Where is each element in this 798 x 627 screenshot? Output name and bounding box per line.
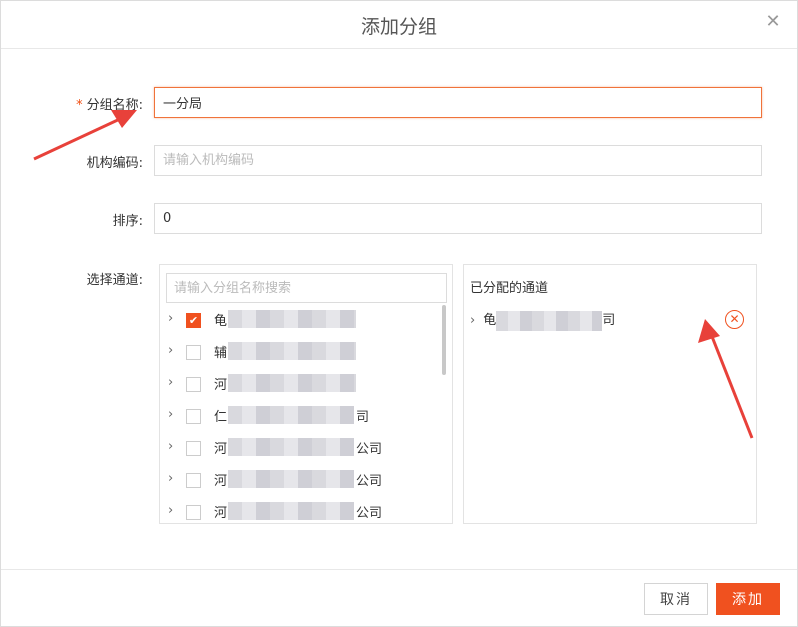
redacted-text <box>228 470 354 488</box>
sort-input[interactable] <box>154 203 762 234</box>
redacted-text <box>228 438 354 456</box>
dialog-title: 添加分组 <box>360 16 437 38</box>
scrollbar[interactable] <box>442 305 446 375</box>
tree-item-label: 河 <box>214 506 228 521</box>
checkbox[interactable] <box>186 377 201 392</box>
tree-item-label: 辅 <box>214 346 228 361</box>
dialog-header: 添加分组 ✕ <box>1 1 797 49</box>
cancel-button[interactable]: 取消 <box>644 583 708 615</box>
assigned-item-label: 龟 <box>483 313 497 328</box>
chevron-right-icon[interactable]: › <box>168 503 173 518</box>
chevron-right-icon[interactable]: › <box>470 313 475 328</box>
org-code-input[interactable] <box>154 145 762 176</box>
tree-item[interactable]: › 河 公司 <box>160 432 440 464</box>
checkbox[interactable] <box>186 345 201 360</box>
tree-item-suffix: 公司 <box>356 474 383 489</box>
tree-item-label: 仁 <box>214 410 228 425</box>
redacted-text <box>228 310 356 328</box>
checkbox[interactable] <box>186 409 201 424</box>
assigned-channel-item[interactable]: › 龟 司 <box>470 309 615 331</box>
group-search-input[interactable] <box>166 273 447 303</box>
tree-item-suffix: 司 <box>356 410 370 425</box>
group-name-label: * 分组名称: <box>76 98 143 113</box>
org-code-label: 机构编码: <box>86 156 143 171</box>
tree-item-suffix: 公司 <box>356 506 383 521</box>
group-name-input[interactable] <box>154 87 762 118</box>
assigned-item-suffix: 司 <box>602 313 616 328</box>
chevron-right-icon[interactable]: › <box>168 343 173 358</box>
tree-item-suffix: 公司 <box>356 442 383 457</box>
remove-circle-icon[interactable]: ✕ <box>725 310 744 329</box>
assigned-channels-title: 已分配的通道 <box>470 281 549 296</box>
redacted-text <box>228 342 356 360</box>
sort-label: 排序: <box>112 214 143 229</box>
required-mark: * <box>76 98 83 113</box>
tree-item[interactable]: › 河 公司 <box>160 464 440 496</box>
dialog-footer: 取消 添加 <box>1 569 797 626</box>
tree-item-label: 龟 <box>214 314 228 329</box>
tree-item-label: 河 <box>214 378 228 393</box>
redacted-text <box>228 502 354 520</box>
tree-item-label: 河 <box>214 474 228 489</box>
checkbox[interactable]: ✔ <box>186 313 201 328</box>
tree-item[interactable]: › 河 公司 <box>160 496 440 524</box>
checkbox[interactable] <box>186 441 201 456</box>
redacted-text <box>228 406 354 424</box>
add-button[interactable]: 添加 <box>716 583 780 615</box>
tree-item[interactable]: › 仁 司 <box>160 400 440 432</box>
redacted-text <box>228 374 356 392</box>
add-group-dialog: 添加分组 ✕ *分组名称: 机构编码: 排序: 选择通道: › ✔ 龟 › 辅 <box>0 0 798 627</box>
tree-item[interactable]: › 辅 <box>160 336 440 368</box>
chevron-right-icon[interactable]: › <box>168 439 173 454</box>
channel-label: 选择通道: <box>86 273 143 288</box>
channel-tree-list: › ✔ 龟 › 辅 › 河 › 仁 司 › 河 公司 › 河 公司 › 河 公司 <box>160 304 446 524</box>
chevron-right-icon[interactable]: › <box>168 471 173 486</box>
chevron-right-icon[interactable]: › <box>168 375 173 390</box>
checkbox[interactable] <box>186 505 201 520</box>
tree-item[interactable]: › 河 <box>160 368 440 400</box>
tree-item[interactable]: › ✔ 龟 <box>160 304 440 336</box>
channel-source-panel: › ✔ 龟 › 辅 › 河 › 仁 司 <box>159 264 453 524</box>
assigned-channels-panel: 已分配的通道 › 龟 司 ✕ <box>463 264 757 524</box>
redacted-text <box>496 310 603 331</box>
close-icon[interactable]: ✕ <box>763 12 783 32</box>
chevron-right-icon[interactable]: › <box>168 311 173 326</box>
checkbox[interactable] <box>186 473 201 488</box>
tree-item-label: 河 <box>214 442 228 457</box>
chevron-right-icon[interactable]: › <box>168 407 173 422</box>
